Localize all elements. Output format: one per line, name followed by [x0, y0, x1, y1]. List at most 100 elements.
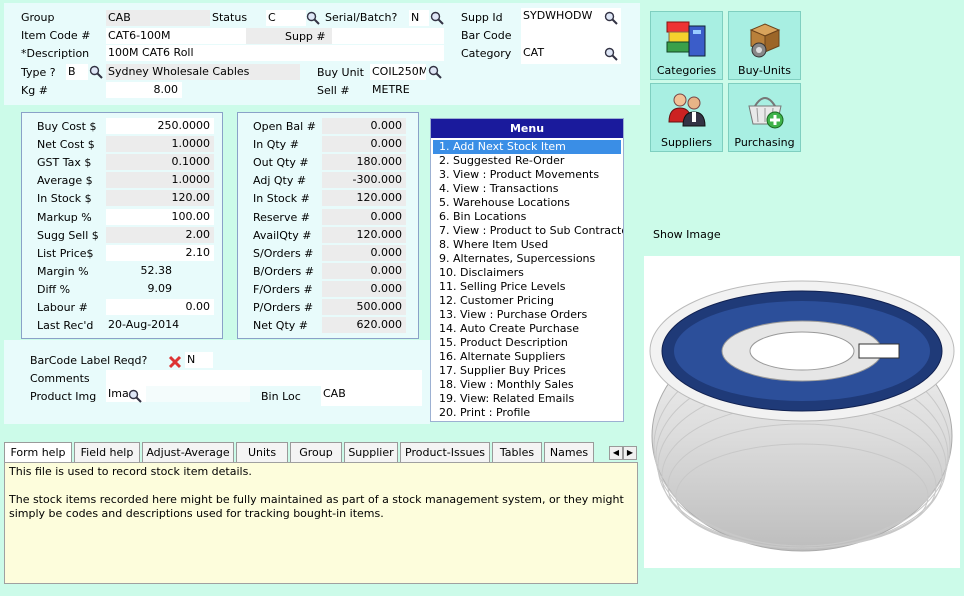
menu-item[interactable]: 5. Warehouse Locations [431, 196, 623, 210]
kg-field[interactable]: 8.00 [106, 82, 182, 98]
buy-unit-field[interactable]: COIL250M [370, 64, 426, 80]
menu-item[interactable]: 6. Bin Locations [431, 210, 623, 224]
serial-batch-field[interactable]: N [409, 10, 429, 26]
pricing-value[interactable]: 250.0000 [106, 118, 214, 134]
menu-item[interactable]: 7. View : Product to Sub Contractor [431, 224, 623, 238]
quantity-label: In Qty # [253, 138, 299, 151]
quantity-value: 0.000 [322, 136, 406, 152]
show-image-label[interactable]: Show Image [653, 228, 721, 242]
menu-item[interactable]: 17. Supplier Buy Prices [431, 364, 623, 378]
menu-item[interactable]: 14. Auto Create Purchase [431, 322, 623, 336]
buy-units-button[interactable]: Buy-Units [728, 11, 801, 80]
quantity-label: Adj Qty # [253, 174, 307, 187]
suppliers-label: Suppliers [660, 136, 713, 149]
bin-loc-field[interactable]: CAB [321, 386, 422, 406]
category-label: Category [461, 47, 512, 60]
description-field[interactable]: 100M CAT6 Roll [106, 45, 444, 61]
menu-item[interactable]: 18. View : Monthly Sales [431, 378, 623, 392]
quantity-label: Out Qty # [253, 156, 309, 169]
pricing-value[interactable]: 2.10 [106, 245, 214, 261]
tab-names[interactable]: Names [544, 442, 594, 462]
buy-unit-label: Buy Unit [317, 66, 364, 79]
group-label: Group [21, 11, 55, 24]
tab-tables[interactable]: Tables [492, 442, 542, 462]
pricing-label: GST Tax $ [37, 156, 92, 169]
menu-item[interactable]: 15. Product Description [431, 336, 623, 350]
product-img-lookup-icon[interactable] [128, 389, 142, 403]
quantity-label: In Stock # [253, 192, 310, 205]
menu-item[interactable]: 20. Print : Profile [431, 406, 623, 420]
suppliers-button[interactable]: Suppliers [650, 83, 723, 152]
menu-item[interactable]: 12. Customer Pricing [431, 294, 623, 308]
quantity-value: 0.000 [322, 209, 406, 225]
close-icon[interactable] [168, 355, 182, 369]
type-description: Sydney Wholesale Cables [106, 64, 300, 80]
menu-item[interactable]: 16. Alternate Suppliers [431, 350, 623, 364]
group-field[interactable]: CAB [106, 10, 210, 26]
menu-item[interactable]: 19. View: Related Emails [431, 392, 623, 406]
quantity-value: 500.000 [322, 299, 406, 315]
quantity-label: Net Qty # [253, 319, 308, 332]
sell-label: Sell # [317, 84, 350, 97]
tab-units[interactable]: Units [236, 442, 288, 462]
menu-panel: Menu 1. Add Next Stock Item 2. Suggested … [430, 118, 624, 422]
status-lookup-icon[interactable] [306, 11, 320, 25]
menu-item[interactable]: 13. View : Purchase Orders [431, 308, 623, 322]
menu-item[interactable]: 4. View : Transactions [431, 182, 623, 196]
type-lookup-icon[interactable] [89, 65, 103, 79]
menu-item[interactable]: 1. Add Next Stock Item [433, 140, 621, 154]
pricing-label: Net Cost $ [37, 138, 95, 151]
tab-supplier[interactable]: Supplier [344, 442, 398, 462]
tab-product-issues[interactable]: Product-Issues [400, 442, 490, 462]
menu-item[interactable]: 9. Alternates, Supercessions [431, 252, 623, 266]
pricing-value[interactable]: 0.00 [106, 299, 214, 315]
item-code-field[interactable]: CAT6-100M [106, 28, 246, 44]
menu-item[interactable]: 11. Selling Price Levels [431, 280, 623, 294]
serial-batch-label: Serial/Batch? [325, 11, 398, 24]
category-field[interactable]: CAT [521, 45, 601, 61]
tab-field-help[interactable]: Field help [74, 442, 140, 462]
categories-button[interactable]: Categories [650, 11, 723, 80]
pricing-label: Sugg Sell $ [37, 229, 99, 242]
purchasing-button[interactable]: Purchasing [728, 83, 801, 152]
type-label: Type ? [21, 66, 56, 79]
pricing-label: List Price$ [37, 247, 94, 260]
barcode-reqd-field[interactable]: N [185, 352, 213, 368]
tab-group[interactable]: Group [290, 442, 342, 462]
help-paragraph-1: This file is used to record stock item d… [9, 465, 252, 478]
help-paragraph-2: The stock items recorded here might be f… [9, 493, 624, 520]
supp-id-lookup-icon[interactable] [604, 11, 618, 25]
quantity-label: AvailQty # [253, 229, 312, 242]
supp-hash-label: Supp # [285, 30, 326, 43]
menu-item[interactable]: 3. View : Product Movements [431, 168, 623, 182]
menu-item[interactable]: 10. Disclaimers [431, 266, 623, 280]
form-help-text: This file is used to record stock item d… [4, 462, 638, 584]
tab-scroll-right-icon[interactable]: ▶ [623, 446, 637, 460]
type-field[interactable]: B [66, 64, 88, 80]
supp-id-label: Supp Id [461, 11, 503, 24]
categories-icon [666, 21, 706, 57]
menu-item[interactable]: 2. Suggested Re-Order [431, 154, 623, 168]
menu-item[interactable]: 8. Where Item Used [431, 238, 623, 252]
quantity-value: -300.000 [322, 172, 406, 188]
pricing-value: 0.1000 [106, 154, 214, 170]
tab-adjust-average[interactable]: Adjust-Average [142, 442, 234, 462]
purchasing-label: Purchasing [734, 136, 795, 149]
pricing-label: Margin % [37, 265, 89, 278]
sell-unit-field[interactable]: METRE [370, 82, 440, 98]
comments-field[interactable] [106, 370, 422, 386]
tab-scroll-left-icon[interactable]: ◀ [609, 446, 623, 460]
tab-form-help[interactable]: Form help [4, 442, 72, 463]
quantity-label: Open Bal # [253, 120, 316, 133]
pricing-value[interactable]: 100.00 [106, 209, 214, 225]
product-img-path[interactable] [146, 386, 250, 402]
serial-lookup-icon[interactable] [430, 11, 444, 25]
category-lookup-icon[interactable] [604, 47, 618, 61]
buy-unit-lookup-icon[interactable] [428, 65, 442, 79]
pricing-value: 1.0000 [106, 172, 214, 188]
supp-hash-field[interactable] [332, 28, 444, 44]
kg-label: Kg # [21, 84, 48, 97]
pricing-label: In Stock $ [37, 192, 92, 205]
pricing-label: Diff % [37, 283, 71, 296]
status-field[interactable]: C [266, 10, 306, 26]
